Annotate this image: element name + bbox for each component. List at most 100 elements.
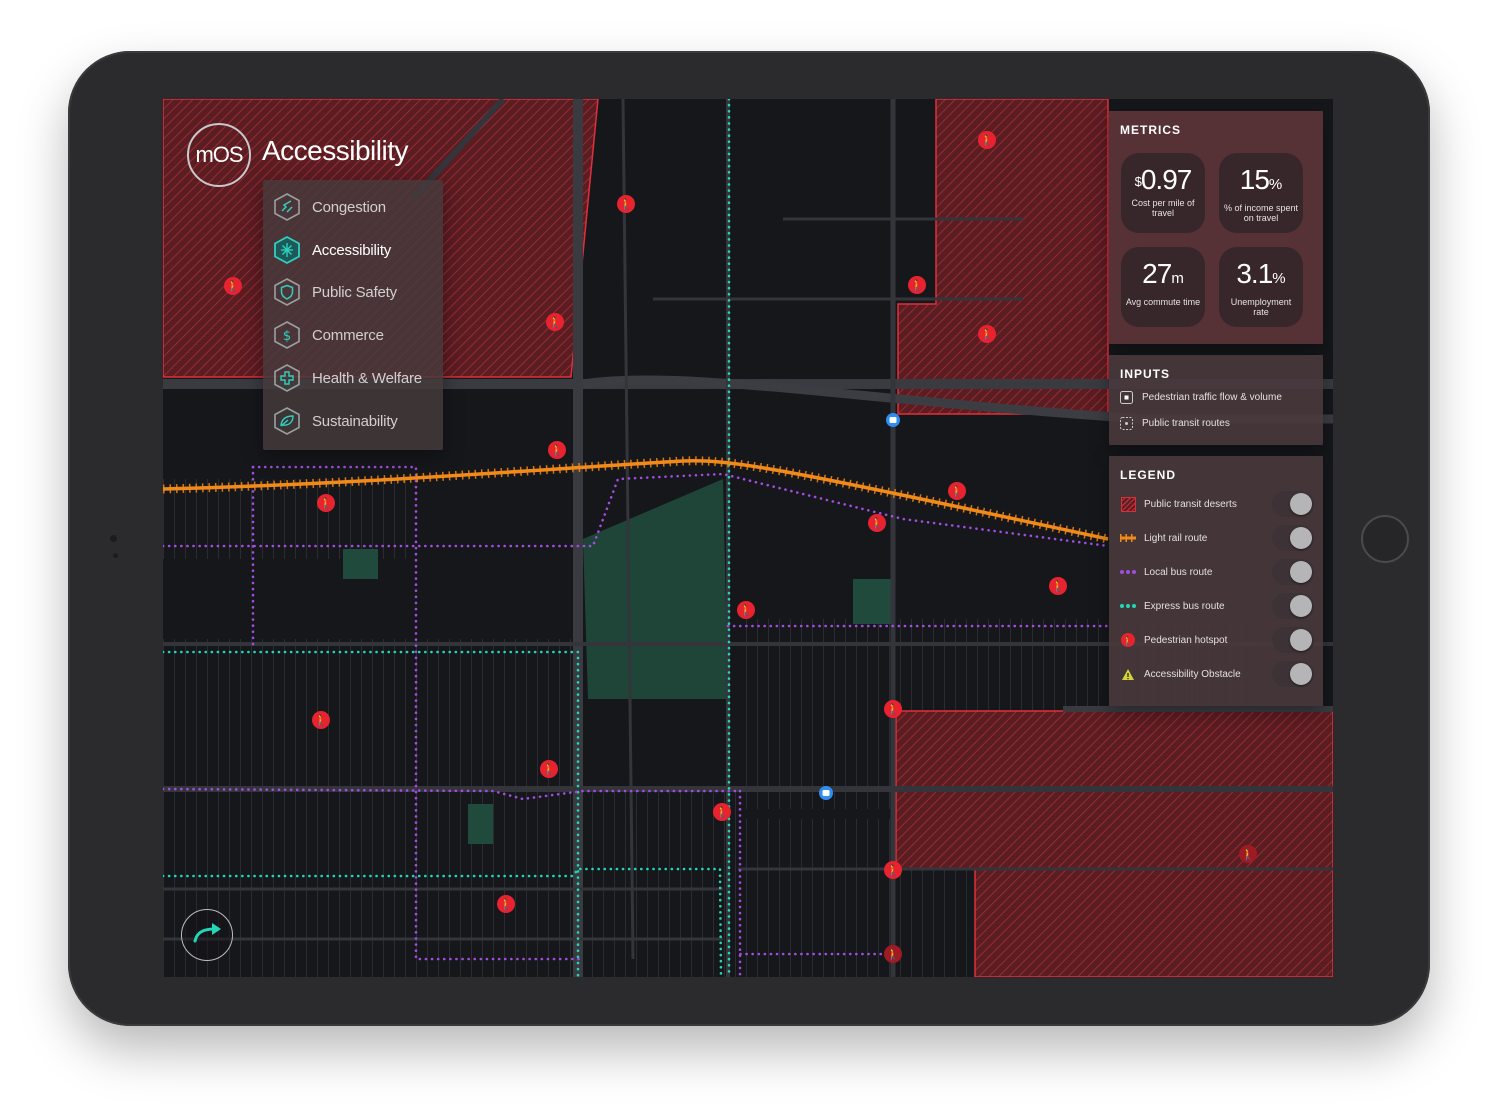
svg-text:🚶: 🚶 [886,948,900,961]
pedestrian-icon[interactable]: 🚶 [1049,577,1067,595]
svg-text:🚶: 🚶 [314,714,328,727]
metric-cost-per-mile: $0.97 Cost per mile of travel [1121,153,1205,233]
pedestrian-icon[interactable]: 🚶 [948,482,966,500]
directions-button[interactable] [181,909,233,961]
pedestrian-icon[interactable]: 🚶 [317,494,335,512]
inputs-title: INPUTS [1120,367,1171,381]
local-bus-icon [1120,564,1136,580]
menu-item-label: Health & Welfare [312,369,422,387]
home-button[interactable] [1361,515,1409,563]
leaf-icon [273,406,301,436]
menu-item-label: Sustainability [312,412,398,430]
bus-stop-icon[interactable] [886,413,900,427]
pedestrian-icon[interactable]: 🚶 [546,313,564,331]
svg-text:🚶: 🚶 [226,280,240,293]
pedestrian-icon[interactable]: 🚶 [884,700,902,718]
pedestrian-icon[interactable]: 🚶 [540,760,558,778]
app-screen: 🚶 🚶 🚶 🚶 🚶 🚶 🚶 🚶 🚶 🚶 🚶 🚶 🚶 🚶 🚶 🚶 🚶 🚶 🚶 🚶 [163,99,1333,977]
input-pedestrian-flow[interactable]: Pedestrian traffic flow & volume [1120,390,1282,404]
pedestrian-icon[interactable]: 🚶 [224,277,242,295]
pedestrian-icon[interactable]: 🚶 [497,895,515,913]
svg-text:🚶: 🚶 [1122,635,1133,647]
menu-item-health-welfare[interactable]: Health & Welfare [273,358,438,398]
pedestrian-icon[interactable]: 🚶 [617,195,635,213]
svg-text:🚶: 🚶 [715,806,729,819]
legend-item-transit-deserts: Public transit deserts [1120,490,1314,518]
svg-text:🚶: 🚶 [980,134,994,147]
svg-text:🚶: 🚶 [980,328,994,341]
svg-text:🚶: 🚶 [542,763,556,776]
pedestrian-icon[interactable]: 🚶 [884,945,902,963]
svg-text:🚶: 🚶 [886,864,900,877]
svg-text:🚶: 🚶 [548,316,562,329]
camera-icon [110,535,117,542]
metrics-panel: METRICS $0.97 Cost per mile of travel 15… [1109,111,1323,344]
light-rail-toggle[interactable] [1272,525,1314,551]
metrics-title: METRICS [1120,123,1181,137]
legend-label: Public transit deserts [1144,498,1237,510]
menu-item-sustainability[interactable]: Sustainability [273,401,438,441]
transit-routes-icon [1120,416,1133,430]
shield-icon [273,277,301,307]
local-bus-toggle[interactable] [1272,559,1314,585]
arrow-curve-icon [192,922,222,949]
congestion-icon [273,192,301,222]
page-title: Accessibility [262,135,408,166]
legend-panel: LEGEND Public transit deserts Light rail… [1109,456,1323,706]
legend-label: Pedestrian hotspot [1144,634,1228,646]
metric-income-on-travel: 15% % of income spent on travel [1219,153,1303,233]
legend-title: LEGEND [1120,468,1177,482]
legend-item-accessibility-obstacle: Accessibility Obstacle [1120,660,1314,688]
pedestrian-icon[interactable]: 🚶 [548,441,566,459]
sensor-icon [113,553,118,558]
accessibility-obstacle-toggle[interactable] [1272,661,1314,687]
light-rail-icon [1120,530,1136,546]
dollar-icon: $ [273,320,301,350]
svg-text:🚶: 🚶 [1051,580,1065,593]
svg-text:🚶: 🚶 [1241,848,1255,861]
mos-logo[interactable]: mOS [187,123,251,187]
legend-label: Accessibility Obstacle [1144,668,1241,680]
pedestrian-icon[interactable]: 🚶 [1239,845,1257,863]
metric-avg-commute: 27m Avg commute time [1121,247,1205,327]
menu-item-label: Commerce [312,326,384,344]
menu-item-accessibility[interactable]: Accessibility [273,230,438,270]
medical-cross-icon [273,363,301,393]
legend-item-local-bus: Local bus route [1120,558,1314,586]
accessibility-icon [273,235,301,265]
input-transit-routes[interactable]: Public transit routes [1120,416,1230,430]
legend-label: Light rail route [1144,532,1208,544]
bus-stop-icon[interactable] [819,786,833,800]
legend-item-express-bus: Express bus route [1120,592,1314,620]
pedestrian-icon[interactable]: 🚶 [713,803,731,821]
pedestrian-icon[interactable]: 🚶 [312,711,330,729]
svg-text:🚶: 🚶 [619,198,633,211]
svg-text:🚶: 🚶 [910,279,924,292]
svg-text:🚶: 🚶 [319,497,333,510]
menu-item-congestion[interactable]: Congestion [273,187,438,227]
pedestrian-icon[interactable]: 🚶 [978,325,996,343]
input-label: Pedestrian traffic flow & volume [1142,391,1282,403]
pedestrian-icon[interactable]: 🚶 [908,276,926,294]
menu-item-public-safety[interactable]: Public Safety [273,272,438,312]
pedestrian-icon[interactable]: 🚶 [884,861,902,879]
input-label: Public transit routes [1142,417,1230,429]
legend-item-light-rail: Light rail route [1120,524,1314,552]
menu-item-label: Congestion [312,198,386,216]
express-bus-icon [1120,598,1136,614]
transit-deserts-toggle[interactable] [1272,491,1314,517]
menu-item-commerce[interactable]: $ Commerce [273,315,438,355]
menu-item-label: Accessibility [312,241,392,259]
express-bus-toggle[interactable] [1272,593,1314,619]
hatch-swatch-icon [1120,496,1136,512]
pedestrian-icon[interactable]: 🚶 [737,601,755,619]
pedestrian-icon[interactable]: 🚶 [868,514,886,532]
svg-text:🚶: 🚶 [550,444,564,457]
pedestrian-hotspot-toggle[interactable] [1272,627,1314,653]
inputs-panel: INPUTS Pedestrian traffic flow & volume … [1109,355,1323,445]
pedestrian-flow-icon [1120,390,1133,404]
pedestrian-icon[interactable]: 🚶 [978,131,996,149]
svg-text:🚶: 🚶 [950,485,964,498]
pedestrian-icon: 🚶 [1120,632,1136,648]
legend-label: Local bus route [1144,566,1213,578]
